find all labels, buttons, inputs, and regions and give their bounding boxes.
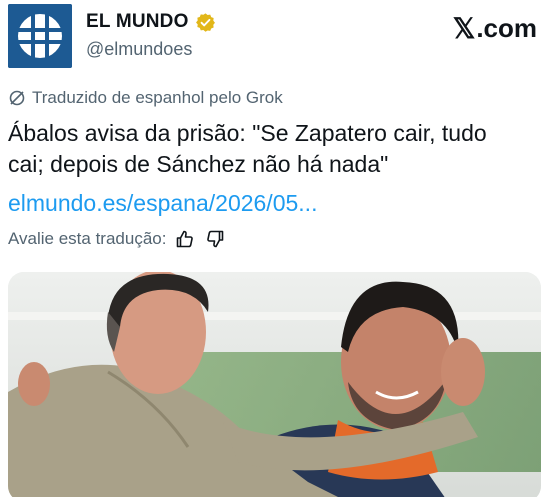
thumbs-down-icon[interactable] bbox=[204, 228, 226, 250]
post-text-line: Ábalos avisa da prisão: "Se Zapatero cai… bbox=[8, 120, 487, 146]
verified-badge-icon bbox=[195, 12, 215, 32]
thumbs-up-icon[interactable] bbox=[174, 228, 196, 250]
account-name[interactable]: EL MUNDO bbox=[86, 11, 189, 33]
rate-translation: Avalie esta tradução: bbox=[8, 228, 226, 250]
rate-label: Avalie esta tradução: bbox=[8, 229, 167, 248]
site-label: .com bbox=[476, 13, 537, 43]
x-com-branding: 𝕏 .com bbox=[453, 12, 537, 45]
article-link[interactable]: elmundo.es/espana/2026/05... bbox=[8, 188, 317, 219]
globe-logo-icon bbox=[8, 4, 72, 68]
x-logo-icon: 𝕏 bbox=[452, 13, 476, 44]
translate-icon bbox=[9, 90, 25, 106]
post-media-photo[interactable] bbox=[8, 272, 541, 497]
translation-label: Traduzido de espanhol pelo Grok bbox=[32, 88, 283, 107]
author-block[interactable]: EL MUNDO @elmundoes bbox=[86, 10, 216, 60]
post-header: EL MUNDO @elmundoes 𝕏 .com bbox=[8, 4, 537, 68]
account-handle[interactable]: @elmundoes bbox=[86, 39, 216, 60]
post-text-line: cai; depois de Sánchez não há nada" bbox=[8, 151, 389, 177]
post-text: Ábalos avisa da prisão: "Se Zapatero cai… bbox=[8, 118, 538, 180]
avatar[interactable] bbox=[8, 4, 72, 68]
photo-two-men-embracing bbox=[8, 272, 541, 497]
translation-notice: Traduzido de espanhol pelo Grok bbox=[8, 88, 283, 108]
